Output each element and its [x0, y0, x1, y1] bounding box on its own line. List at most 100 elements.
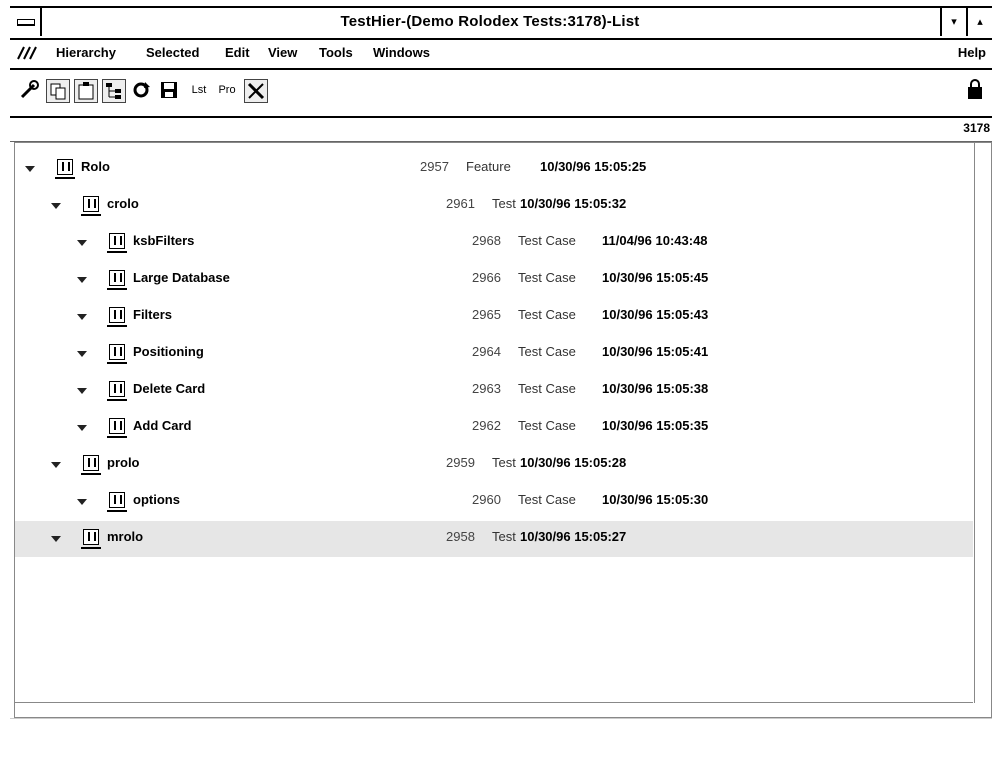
- list-item[interactable]: crolo 2961 Test 10/30/96 15:05:32: [15, 188, 973, 224]
- node-icon: [81, 196, 101, 216]
- item-type: Test Case: [518, 381, 576, 396]
- item-date: 10/30/96 15:05:35: [602, 418, 709, 433]
- list-item[interactable]: Add Card 2962 Test Case 10/30/96 15:05:35: [15, 410, 973, 446]
- item-type: Test Case: [518, 418, 576, 433]
- node-icon: [107, 307, 127, 327]
- node-icon: [55, 159, 75, 179]
- item-date: 11/04/96 10:43:48: [602, 233, 708, 248]
- item-id: 2962: [472, 418, 501, 433]
- expand-toggle-icon[interactable]: [77, 425, 87, 431]
- item-name: Rolo: [81, 159, 110, 174]
- title-bar: TestHier-(Demo Rolodex Tests:3178)-List …: [10, 6, 992, 40]
- item-name: Add Card: [133, 418, 192, 433]
- item-type: Test Case: [518, 344, 576, 359]
- list-button[interactable]: Lst: [186, 79, 212, 101]
- window-title: TestHier-(Demo Rolodex Tests:3178)-List: [340, 13, 640, 30]
- lock-icon[interactable]: [966, 78, 984, 100]
- item-name: options: [133, 492, 180, 507]
- item-id: 2959: [446, 455, 475, 470]
- status-row: 3178: [10, 117, 992, 142]
- item-date: 10/30/96 15:05:43: [602, 307, 709, 322]
- item-date: 10/30/96 15:05:30: [602, 492, 709, 507]
- menu-view[interactable]: View: [268, 38, 297, 68]
- item-id: 2960: [472, 492, 501, 507]
- node-icon: [107, 344, 127, 364]
- expand-toggle-icon[interactable]: [77, 314, 87, 320]
- item-id: 2965: [472, 307, 501, 322]
- item-type: Test Case: [518, 270, 576, 285]
- node-icon: [107, 270, 127, 290]
- item-type: Test Case: [518, 233, 576, 248]
- list-item[interactable]: mrolo 2958 Test 10/30/96 15:05:27: [15, 521, 973, 557]
- item-date: 10/30/96 15:05:45: [602, 270, 709, 285]
- expand-toggle-icon[interactable]: [77, 388, 87, 394]
- item-name: prolo: [107, 455, 140, 470]
- item-name: mrolo: [107, 529, 144, 544]
- system-menu-icon: [17, 19, 35, 25]
- node-icon: [81, 529, 101, 549]
- paste-icon[interactable]: [74, 79, 98, 103]
- item-type: Test Case: [518, 307, 576, 322]
- item-id: 2961: [446, 196, 475, 211]
- refresh-icon[interactable]: [130, 79, 152, 101]
- item-id: 2957: [420, 159, 449, 174]
- list-item[interactable]: Filters 2965 Test Case 10/30/96 15:05:43: [15, 299, 973, 335]
- item-name: Positioning: [133, 344, 204, 359]
- node-icon: [107, 492, 127, 512]
- wrench-icon[interactable]: [18, 79, 40, 101]
- item-date: 10/30/96 15:05:27: [520, 529, 627, 544]
- list-item[interactable]: Delete Card 2963 Test Case 10/30/96 15:05:3…: [15, 373, 973, 409]
- bottom-strip: [10, 718, 992, 755]
- item-id: 2963: [472, 381, 501, 396]
- save-icon[interactable]: [158, 79, 180, 101]
- app-logo-icon: [17, 46, 37, 60]
- item-id: 2964: [472, 344, 501, 359]
- node-icon: [107, 418, 127, 438]
- expand-toggle-icon[interactable]: [51, 462, 61, 468]
- item-type: Test: [492, 455, 516, 470]
- app-window: TestHier-(Demo Rolodex Tests:3178)-List …: [0, 0, 992, 758]
- vertical-scrollbar[interactable]: [974, 143, 991, 703]
- item-id: 2966: [472, 270, 501, 285]
- expand-toggle-icon[interactable]: [77, 277, 87, 283]
- menu-tools[interactable]: Tools: [319, 38, 353, 68]
- item-date: 10/30/96 15:05:28: [520, 455, 627, 470]
- list-item[interactable]: prolo 2959 Test 10/30/96 15:05:28: [15, 447, 973, 483]
- item-name: Delete Card: [133, 381, 206, 396]
- node-icon: [107, 381, 127, 401]
- list-item[interactable]: ksbFilters 2968 Test Case 11/04/96 10:43:48: [15, 225, 973, 261]
- menu-hierarchy[interactable]: Hierarchy: [56, 38, 116, 68]
- list-item[interactable]: Rolo 2957 Feature 10/30/96 15:05:25: [15, 151, 973, 187]
- item-name: Large Database: [133, 270, 230, 285]
- expand-toggle-icon[interactable]: [77, 351, 87, 357]
- pro-button[interactable]: Pro: [214, 79, 240, 101]
- item-name: Filters: [133, 307, 173, 322]
- item-id: 2968: [472, 233, 501, 248]
- minimize-button[interactable]: ▾: [940, 8, 966, 36]
- menu-windows[interactable]: Windows: [373, 38, 430, 68]
- maximize-button[interactable]: ▴: [966, 8, 992, 36]
- run-icon[interactable]: [244, 79, 268, 103]
- item-date: 10/30/96 15:05:32: [520, 196, 627, 211]
- menu-bar: Hierarchy Selected Edit View Tools Windo…: [10, 38, 992, 70]
- expand-toggle-icon[interactable]: [77, 240, 87, 246]
- menu-help[interactable]: Help: [958, 38, 986, 68]
- list-item[interactable]: Large Database 2966 Test Case 10/30/96 15:0…: [15, 262, 973, 298]
- system-menu-button[interactable]: [10, 8, 42, 36]
- copy-icon[interactable]: [46, 79, 70, 103]
- menu-selected[interactable]: Selected: [146, 38, 199, 68]
- item-type: Test: [492, 529, 516, 544]
- item-date: 10/30/96 15:05:38: [602, 381, 709, 396]
- item-name: ksbFilters: [133, 233, 195, 248]
- menu-edit[interactable]: Edit: [225, 38, 250, 68]
- expand-toggle-icon[interactable]: [51, 203, 61, 209]
- horizontal-scrollbar[interactable]: [15, 702, 973, 717]
- list-item[interactable]: options 2960 Test Case 10/30/96 15:05:30: [15, 484, 973, 520]
- item-id: 2958: [446, 529, 475, 544]
- item-type: Test Case: [518, 492, 576, 507]
- expand-toggle-icon[interactable]: [51, 536, 61, 542]
- expand-toggle-icon[interactable]: [77, 499, 87, 505]
- hierarchy-icon[interactable]: [102, 79, 126, 103]
- expand-toggle-icon[interactable]: [25, 166, 35, 172]
- list-item[interactable]: Positioning 2964 Test Case 10/30/96 15:05:4…: [15, 336, 973, 372]
